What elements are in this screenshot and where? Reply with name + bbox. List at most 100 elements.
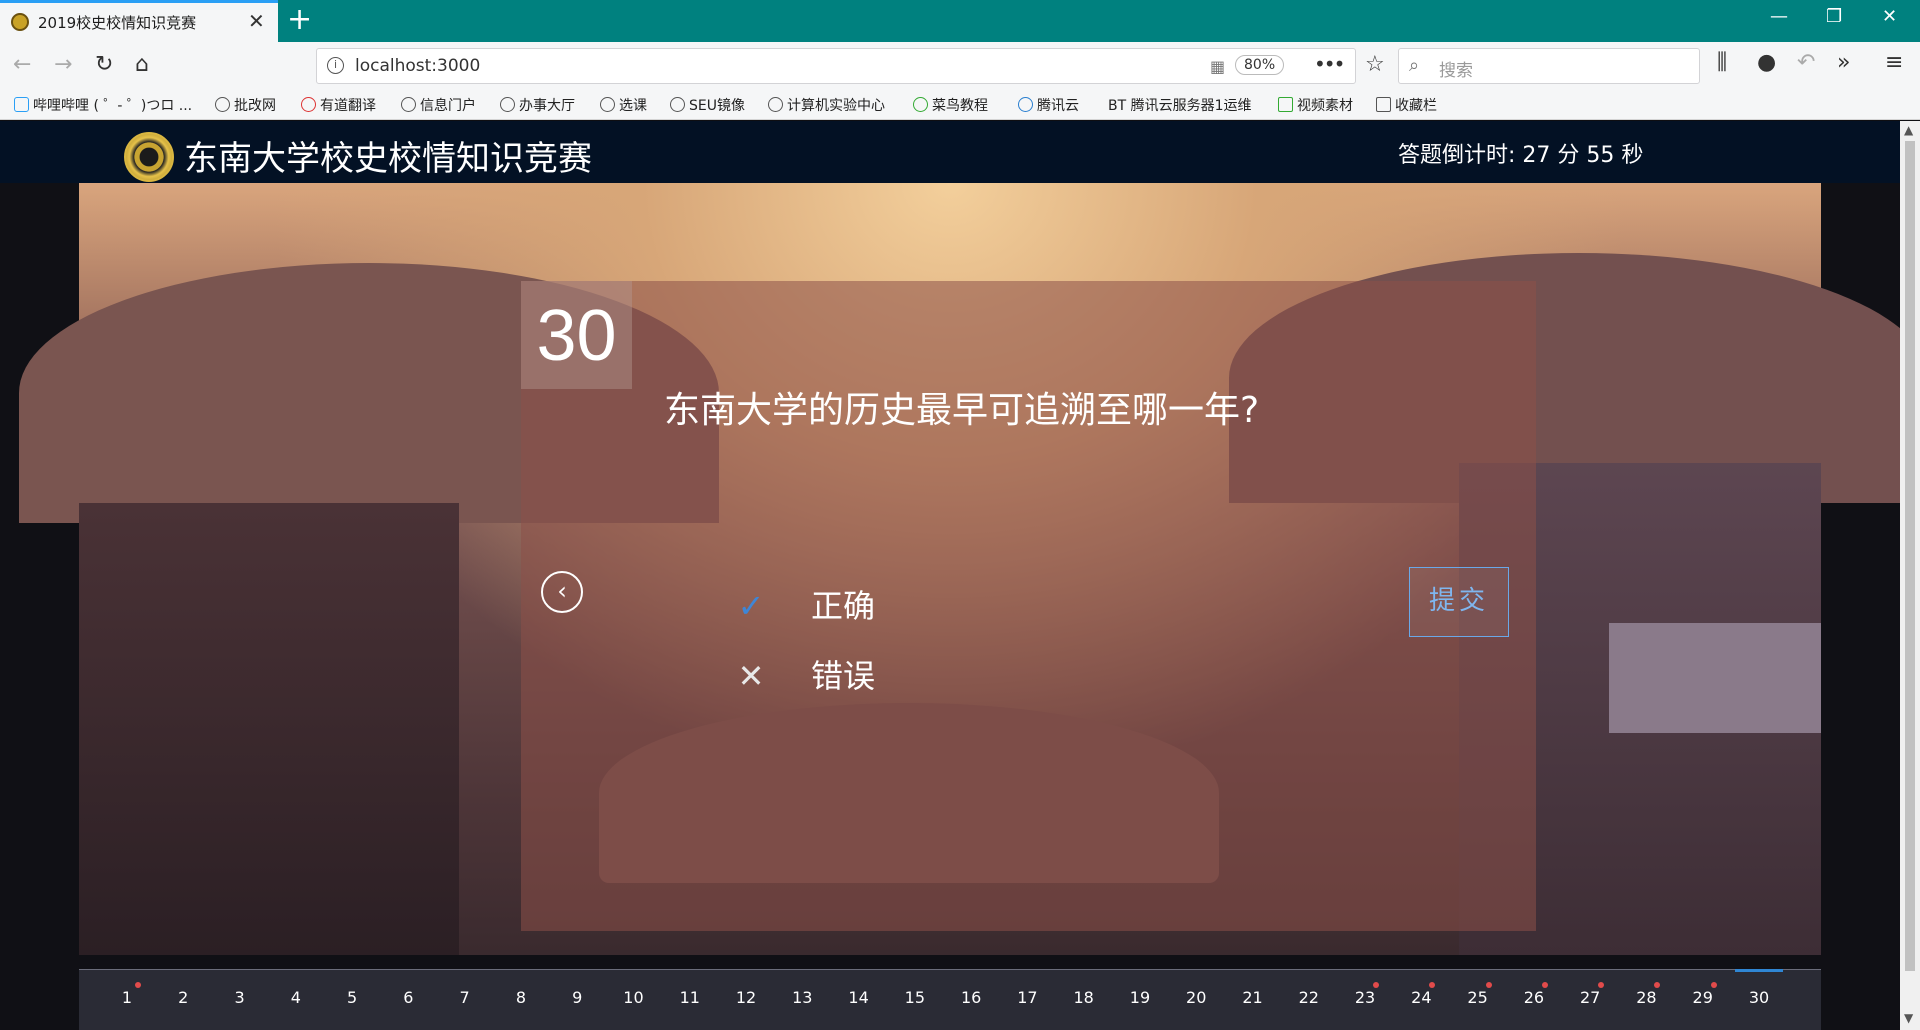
question-nav-number: 6: [403, 988, 414, 1007]
search-icon: ⌕: [1409, 55, 1420, 76]
bookmark-bt-panel[interactable]: BT 腾讯云服务器1运维: [1108, 95, 1252, 115]
account-icon[interactable]: ●: [1757, 50, 1776, 75]
question-nav-item[interactable]: 6: [388, 988, 428, 1007]
answered-marker-dot: [135, 982, 141, 988]
question-nav-item[interactable]: 15: [895, 988, 935, 1007]
back-icon[interactable]: ←: [13, 52, 31, 77]
home-icon[interactable]: ⌂: [135, 52, 149, 77]
question-nav-item[interactable]: 16: [951, 988, 991, 1007]
question-nav-number: 15: [904, 988, 926, 1007]
bookmark-info-portal[interactable]: 信息门户: [401, 95, 476, 115]
close-tab-icon[interactable]: ✕: [248, 9, 265, 33]
bookmark-star-icon[interactable]: ☆: [1365, 52, 1385, 77]
question-nav-number: 18: [1073, 988, 1094, 1007]
question-nav-number: 11: [679, 988, 700, 1007]
question-nav-item[interactable]: 29: [1683, 982, 1723, 1007]
question-nav-item[interactable]: 12: [726, 988, 766, 1007]
question-nav-item[interactable]: 8: [501, 988, 541, 1007]
question-nav-number: 10: [623, 988, 644, 1007]
bg-trees-left: [79, 503, 459, 955]
reload-icon[interactable]: ↻: [95, 52, 113, 77]
question-nav-item[interactable]: 23: [1345, 982, 1385, 1007]
page-title: 东南大学校史校情知识竞赛: [184, 139, 592, 179]
bookmark-runoob[interactable]: 菜鸟教程: [913, 95, 988, 115]
menu-icon[interactable]: ≡: [1885, 50, 1903, 75]
question-nav-item[interactable]: 25: [1458, 982, 1498, 1007]
question-nav-item[interactable]: 18: [1064, 988, 1104, 1007]
more-actions-icon[interactable]: •••: [1314, 52, 1345, 76]
browser-titlebar: 2019校史校情知识竞赛 ✕ + — ❐ ✕: [0, 0, 1920, 42]
answered-marker-dot: [1373, 982, 1380, 988]
question-nav-item[interactable]: 24: [1401, 982, 1441, 1007]
search-placeholder[interactable]: 搜索: [1439, 56, 1473, 81]
question-nav-number: 28: [1636, 988, 1657, 1007]
bookmark-bilibili[interactable]: 哔哩哔哩 ( ゜- ゜)つロ ...: [14, 95, 192, 115]
question-nav-number: 4: [290, 988, 301, 1007]
university-logo: [124, 132, 174, 182]
question-nav-item[interactable]: 20: [1176, 988, 1216, 1007]
question-nav-item[interactable]: 22: [1289, 988, 1329, 1007]
bookmark-course-select[interactable]: 选课: [600, 95, 647, 115]
question-nav-item[interactable]: 26: [1514, 982, 1554, 1007]
search-box[interactable]: ⌕ 搜索: [1398, 48, 1700, 84]
bookmark-seu-mirror[interactable]: SEU镜像: [670, 95, 745, 115]
info-icon[interactable]: i: [327, 57, 344, 74]
question-nav-item[interactable]: 13: [782, 988, 822, 1007]
library-icon[interactable]: ⫼: [1717, 50, 1727, 75]
url-text[interactable]: localhost:3000: [355, 56, 480, 76]
question-nav-number: 17: [1017, 988, 1038, 1007]
question-nav-item[interactable]: 28: [1626, 982, 1666, 1007]
forward-icon[interactable]: →: [54, 52, 72, 77]
close-window-icon[interactable]: ✕: [1882, 6, 1897, 27]
question-nav-number: 9: [572, 988, 583, 1007]
question-nav-item[interactable]: 4: [276, 988, 316, 1007]
question-nav-number: 24: [1411, 988, 1432, 1007]
question-nav-item[interactable]: 9: [557, 988, 597, 1007]
question-nav-item[interactable]: 10: [613, 988, 653, 1007]
bg-hill-left: [19, 263, 719, 523]
undo-icon[interactable]: ↶: [1797, 50, 1815, 75]
bookmark-service-hall[interactable]: 办事大厅: [500, 95, 575, 115]
question-nav-item[interactable]: 27: [1570, 982, 1610, 1007]
question-nav-number: 20: [1186, 988, 1207, 1007]
restore-icon[interactable]: ❐: [1826, 6, 1842, 27]
bookmark-tencent-cloud[interactable]: 腾讯云: [1018, 95, 1079, 115]
countdown-timer: 答题倒计时: 27 分 55 秒: [1398, 143, 1644, 168]
question-nav-item[interactable]: 17: [1007, 988, 1047, 1007]
question-nav-item[interactable]: 5: [332, 988, 372, 1007]
bookmark-cs-lab[interactable]: 计算机实验中心: [768, 95, 885, 115]
bookmarks-bar: 哔哩哔哩 ( ゜- ゜)つロ ... 批改网 有道翻译 信息门户 办事大厅 选课…: [0, 90, 1920, 120]
question-nav-item[interactable]: 1: [107, 982, 147, 1007]
answered-marker-dot: [1710, 982, 1717, 988]
question-nav-item[interactable]: 2: [163, 988, 203, 1007]
zoom-level[interactable]: 80%: [1235, 55, 1285, 75]
page-scrollbar[interactable]: ▲ ▼: [1900, 121, 1920, 1030]
page-viewport: 东南大学校史校情知识竞赛 答题倒计时: 27 分 55 秒 30 东南大学的历史…: [0, 121, 1900, 1030]
question-nav-number: 22: [1298, 988, 1319, 1007]
overflow-icon[interactable]: »: [1837, 50, 1850, 75]
bookmark-folder[interactable]: 收藏栏: [1376, 95, 1437, 115]
question-nav-item[interactable]: 7: [445, 988, 485, 1007]
question-nav-item[interactable]: 30: [1739, 988, 1779, 1007]
question-nav-item[interactable]: 19: [1120, 988, 1160, 1007]
qr-code-icon[interactable]: ▦: [1210, 57, 1225, 76]
bookmark-pigai[interactable]: 批改网: [215, 95, 276, 115]
answered-marker-dot: [1429, 982, 1436, 988]
question-nav-item[interactable]: 14: [839, 988, 879, 1007]
browser-tab[interactable]: 2019校史校情知识竞赛 ✕: [0, 0, 278, 42]
bookmark-video-assets[interactable]: 视频素材: [1278, 95, 1353, 115]
question-nav-number: 27: [1579, 988, 1601, 1007]
scroll-down-icon[interactable]: ▼: [1904, 1011, 1913, 1025]
question-nav-item[interactable]: 11: [670, 988, 710, 1007]
new-tab-icon[interactable]: +: [287, 2, 312, 38]
bg-auditorium: [599, 703, 1219, 883]
url-bar[interactable]: i localhost:3000 ▦ 80% ••• ☆: [316, 48, 1385, 84]
answered-marker-dot: [1654, 982, 1661, 988]
question-nav-number: 7: [459, 988, 470, 1007]
question-nav-item[interactable]: 21: [1233, 988, 1273, 1007]
bookmark-youdao[interactable]: 有道翻译: [301, 95, 376, 115]
scroll-up-icon[interactable]: ▲: [1904, 123, 1913, 137]
minimize-icon[interactable]: —: [1770, 6, 1788, 27]
scroll-thumb[interactable]: [1905, 141, 1915, 971]
question-nav-item[interactable]: 3: [220, 988, 260, 1007]
